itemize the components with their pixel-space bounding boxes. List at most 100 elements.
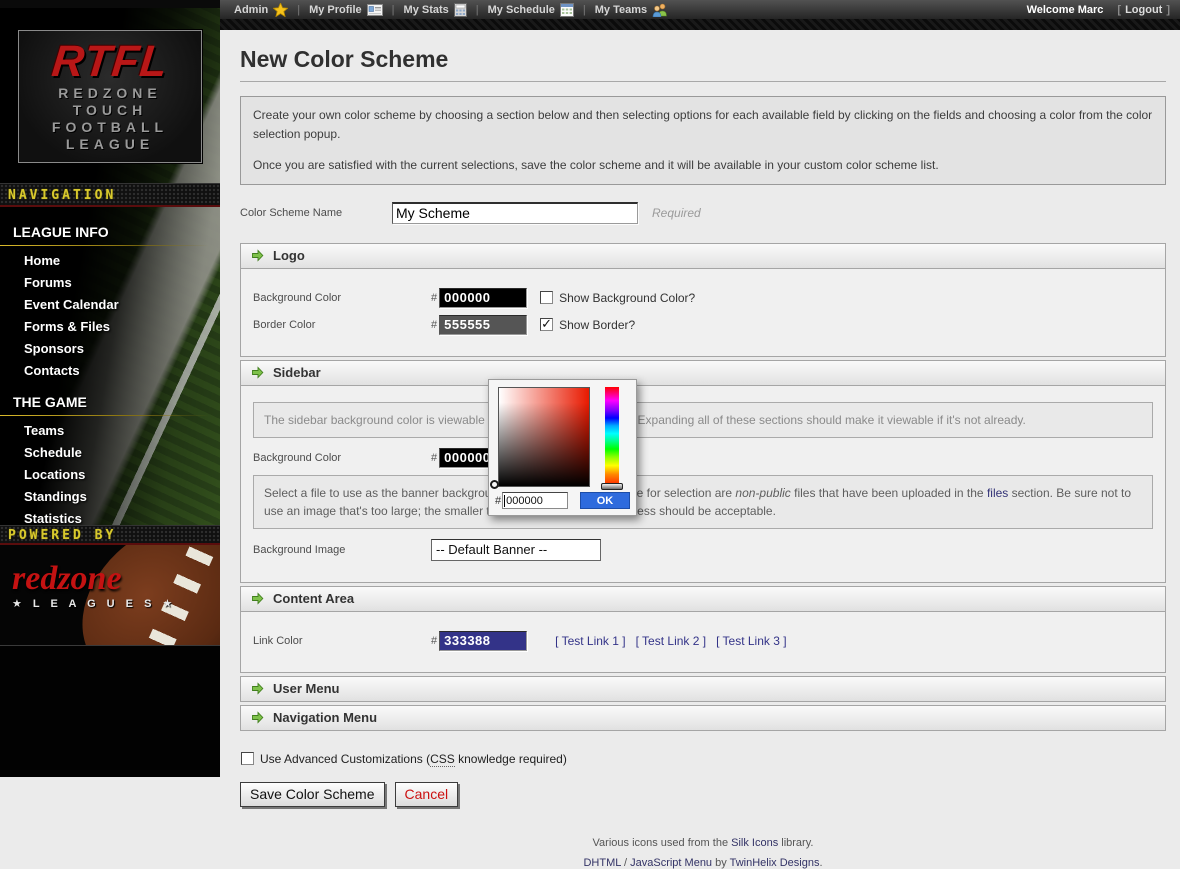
redzone-leagues-logo[interactable]: redzone ★ L E A G U E S ★	[12, 563, 176, 610]
section-user-menu: User Menu	[240, 676, 1166, 702]
silk-icons-link[interactable]: Silk Icons	[731, 837, 778, 849]
form-buttons: Save Color Scheme Cancel	[240, 782, 1166, 807]
league-logo-line: TOUCH	[19, 102, 201, 119]
menu-my-teams[interactable]: My Teams	[595, 3, 668, 17]
color-gradient-field[interactable]	[498, 387, 590, 487]
section-user-menu-title: User Menu	[273, 681, 339, 696]
color-scheme-name-input[interactable]	[392, 202, 638, 224]
menu-my-schedule[interactable]: My Schedule	[488, 3, 574, 17]
test-link-2[interactable]: [ Test Link 2 ]	[636, 634, 706, 648]
sidebar-item-home[interactable]: Home	[0, 250, 220, 272]
section-logo-title: Logo	[273, 248, 305, 263]
main-content: New Color Scheme Create your own color s…	[222, 30, 1180, 777]
section-content-area-title: Content Area	[273, 591, 354, 606]
section-navigation-menu-header[interactable]: Navigation Menu	[240, 705, 1166, 731]
green-arrow-icon	[251, 711, 264, 724]
required-note: Required	[652, 206, 701, 220]
menu-separator: |	[297, 4, 300, 16]
page-title: New Color Scheme	[240, 46, 1166, 73]
hue-slider[interactable]	[605, 387, 619, 484]
green-arrow-icon	[251, 366, 264, 379]
sidebar-nav: LEAGUE INFO Home Forums Event Calendar F…	[0, 212, 220, 530]
banner-note-em: non-public	[735, 486, 790, 500]
logo-border-color-row: Border Color # 555555 Show Border?	[253, 315, 1153, 335]
league-logo-line: LEAGUE	[19, 136, 201, 153]
page-footer: Various icons used from the Silk Icons l…	[240, 837, 1166, 869]
vcard-icon	[367, 4, 383, 16]
sidebar-top-strip	[0, 0, 220, 8]
redzone-logo-sub: ★ L E A G U E S ★	[12, 597, 176, 610]
hash-prefix: #	[431, 319, 437, 331]
menu-my-schedule-label: My Schedule	[488, 4, 555, 16]
league-logo-line: FOOTBALL	[19, 119, 201, 136]
color-picker-popup: # 000000 OK	[488, 379, 637, 516]
menu-my-stats[interactable]: My Stats	[404, 3, 467, 17]
sidebar-item-teams[interactable]: Teams	[0, 420, 220, 442]
show-background-color-checkbox[interactable]	[540, 291, 553, 304]
footer-line-2: DHTML / JavaScript Menu by TwinHelix Des…	[240, 857, 1166, 869]
footer-text: /	[621, 857, 630, 869]
picker-hex-input[interactable]: 000000	[502, 492, 568, 509]
powered-by-logo-area: redzone ★ L E A G U E S ★	[0, 545, 220, 645]
test-link-3[interactable]: [ Test Link 3 ]	[716, 634, 786, 648]
hash-prefix: #	[431, 452, 437, 464]
hash-prefix: #	[495, 495, 501, 507]
sidebar-item-forms-files[interactable]: Forms & Files	[0, 316, 220, 338]
league-logo-abbr: RTFL	[17, 39, 204, 85]
advanced-label-text: Use Advanced Customizations (	[260, 752, 430, 766]
dhtml-link[interactable]: DHTML	[583, 857, 620, 869]
star-icon	[273, 3, 288, 17]
redzone-logo-name: redzone	[12, 563, 176, 595]
league-logo[interactable]: RTFL REDZONE TOUCH FOOTBALL LEAGUE	[18, 30, 202, 163]
advanced-customizations-label: Use Advanced Customizations (CSS knowled…	[260, 752, 567, 766]
link-color-label: Link Color	[253, 635, 431, 647]
sidebar-item-locations[interactable]: Locations	[0, 464, 220, 486]
intro-paragraph-1: Create your own color scheme by choosing…	[253, 106, 1153, 143]
menu-my-profile[interactable]: My Profile	[309, 4, 383, 16]
show-border-checkbox[interactable]	[540, 318, 553, 331]
section-logo-header[interactable]: Logo	[240, 243, 1166, 269]
section-sidebar-header[interactable]: Sidebar	[240, 360, 1166, 386]
section-content-area-header[interactable]: Content Area	[240, 586, 1166, 612]
logout-link[interactable]: Logout	[1125, 4, 1162, 16]
logo-background-color-row: Background Color # 000000 Show Backgroun…	[253, 288, 1153, 308]
advanced-customizations-checkbox[interactable]	[241, 752, 254, 765]
nav-section-rule	[0, 415, 220, 416]
sidebar-item-event-calendar[interactable]: Event Calendar	[0, 294, 220, 316]
sidebar-background-color-label: Background Color	[253, 452, 431, 464]
group-icon	[652, 3, 668, 17]
javascript-menu-link[interactable]: JavaScript Menu	[630, 857, 712, 869]
background-image-label: Background Image	[253, 544, 431, 556]
nav-section-rule	[0, 245, 220, 246]
sidebar-item-standings[interactable]: Standings	[0, 486, 220, 508]
powered-by-band: POWERED BY	[0, 525, 220, 545]
link-color-input[interactable]: 333388	[439, 631, 527, 651]
menu-my-stats-label: My Stats	[404, 4, 449, 16]
menu-separator: |	[392, 4, 395, 16]
footer-text: .	[819, 857, 822, 869]
save-color-scheme-button[interactable]: Save Color Scheme	[240, 782, 385, 807]
footer-text: library.	[778, 837, 813, 849]
twinhelix-link[interactable]: TwinHelix Designs	[730, 857, 820, 869]
sidebar-item-contacts[interactable]: Contacts	[0, 360, 220, 382]
background-image-row: Background Image -- Default Banner --	[253, 539, 1153, 561]
logo-background-color-input[interactable]: 000000	[439, 288, 527, 308]
test-link-1[interactable]: [ Test Link 1 ]	[555, 634, 625, 648]
color-selection-marker[interactable]	[490, 480, 499, 489]
logo-border-color-input[interactable]: 555555	[439, 315, 527, 335]
hue-slider-handle[interactable]	[601, 483, 623, 490]
sidebar-item-forums[interactable]: Forums	[0, 272, 220, 294]
section-user-menu-header[interactable]: User Menu	[240, 676, 1166, 702]
sidebar-item-schedule[interactable]: Schedule	[0, 442, 220, 464]
sidebar-item-sponsors[interactable]: Sponsors	[0, 338, 220, 360]
league-logo-line: REDZONE	[19, 85, 201, 102]
menu-admin[interactable]: Admin	[234, 3, 288, 17]
top-texture-band	[220, 19, 1180, 30]
files-link[interactable]: files	[987, 486, 1008, 500]
background-image-select[interactable]: -- Default Banner --	[431, 539, 601, 561]
logout-bracket: [	[1117, 4, 1121, 16]
logo-background-color-label: Background Color	[253, 292, 431, 304]
sidebar-bottom-fill	[0, 645, 220, 777]
picker-ok-button[interactable]: OK	[580, 492, 630, 509]
cancel-button[interactable]: Cancel	[395, 782, 459, 807]
